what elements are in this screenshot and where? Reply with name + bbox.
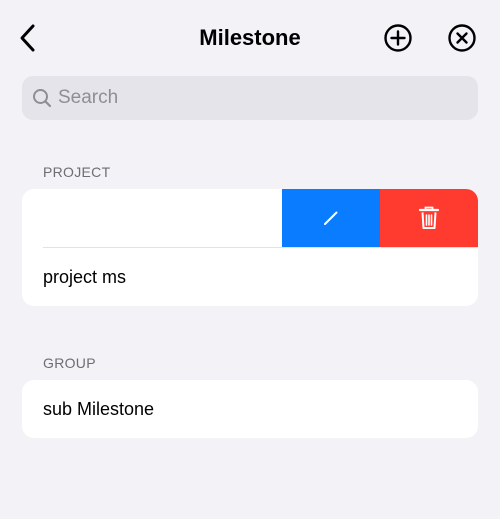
edit-button[interactable] [282, 189, 380, 247]
delete-button[interactable] [380, 189, 478, 247]
section-header-project: PROJECT [43, 164, 111, 180]
list-item-label: project ms [43, 267, 127, 287]
list-item[interactable]: sub Milestone [22, 380, 478, 438]
trash-icon [418, 206, 440, 229]
project-list: project ms [22, 189, 478, 306]
list-item[interactable]: project ms [22, 248, 478, 306]
search-bar[interactable] [22, 76, 478, 120]
list-item-label: sub Milestone [43, 399, 155, 419]
section-header-group: GROUP [43, 355, 96, 371]
navigation-bar: Milestone [0, 0, 500, 76]
x-circle-icon [448, 24, 476, 52]
magnifying-glass-icon [33, 89, 52, 108]
pencil-icon [324, 211, 338, 225]
list-item[interactable] [22, 189, 478, 247]
add-button[interactable] [382, 22, 414, 54]
page-title: Milestone [199, 25, 301, 50]
plus-circle-icon [384, 24, 412, 52]
group-list: sub Milestone [22, 380, 478, 438]
search-input[interactable] [58, 87, 458, 109]
close-button[interactable] [446, 22, 478, 54]
